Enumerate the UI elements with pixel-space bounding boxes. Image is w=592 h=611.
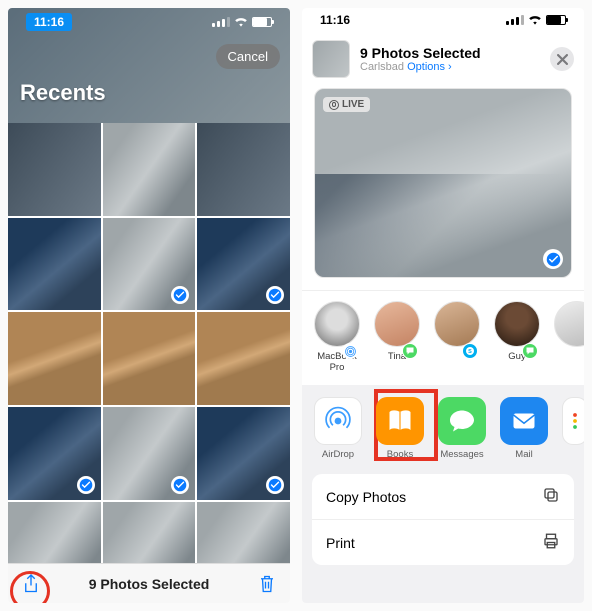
selection-count-label: 9 Photos Selected bbox=[89, 576, 210, 592]
photo-thumb[interactable] bbox=[197, 218, 290, 311]
svg-text:S: S bbox=[468, 349, 472, 355]
photo-thumb[interactable] bbox=[103, 312, 196, 405]
share-apps-row[interactable]: AirDrop Books Messages Mail bbox=[302, 385, 584, 474]
share-contact[interactable]: Guy bbox=[494, 301, 540, 373]
messages-icon bbox=[438, 397, 486, 445]
app-label: Messages bbox=[438, 449, 486, 460]
skype-badge-icon: S bbox=[462, 343, 478, 359]
status-time: 11:16 bbox=[320, 13, 350, 27]
mail-icon bbox=[500, 397, 548, 445]
status-bar: 11:16 bbox=[302, 8, 584, 32]
photo-thumb[interactable] bbox=[197, 123, 290, 216]
share-app-mail[interactable]: Mail bbox=[500, 397, 548, 460]
photo-thumb[interactable] bbox=[8, 502, 101, 563]
share-icon[interactable] bbox=[22, 573, 40, 595]
more-icon bbox=[562, 397, 584, 445]
live-label: LIVE bbox=[342, 99, 364, 110]
wifi-icon bbox=[234, 17, 248, 27]
share-sheet-header: 9 Photos Selected Carlsbad Options › bbox=[302, 32, 584, 88]
trash-icon[interactable] bbox=[258, 574, 276, 594]
airdrop-icon bbox=[314, 397, 362, 445]
share-app-books[interactable]: Books bbox=[376, 397, 424, 460]
action-label: Copy Photos bbox=[326, 489, 406, 505]
wifi-icon bbox=[528, 15, 542, 25]
preview-photo[interactable]: LIVE bbox=[314, 88, 572, 278]
battery-icon bbox=[252, 17, 272, 27]
checkmark-icon bbox=[266, 286, 284, 304]
status-icons bbox=[506, 15, 566, 25]
share-app-messages[interactable]: Messages bbox=[438, 397, 486, 460]
photo-thumb[interactable] bbox=[197, 312, 290, 405]
app-label: Books bbox=[376, 449, 424, 460]
photo-thumb[interactable] bbox=[197, 502, 290, 563]
action-label: Print bbox=[326, 535, 355, 551]
photo-thumb[interactable] bbox=[8, 123, 101, 216]
books-icon bbox=[376, 397, 424, 445]
close-icon bbox=[557, 54, 568, 65]
album-title: Recents bbox=[20, 80, 106, 106]
photo-thumb[interactable] bbox=[8, 407, 101, 500]
avatar bbox=[494, 301, 540, 347]
photo-thumb[interactable] bbox=[103, 407, 196, 500]
selected-check bbox=[543, 249, 563, 269]
share-actions-list: Copy Photos Print bbox=[312, 474, 574, 565]
photos-header: 11:16 Cancel Recents bbox=[8, 8, 290, 123]
options-link[interactable]: Options › bbox=[407, 61, 452, 73]
live-icon bbox=[329, 100, 339, 110]
photo-thumb[interactable] bbox=[8, 218, 101, 311]
selection-toolbar: 9 Photos Selected bbox=[8, 563, 290, 603]
share-app-more[interactable] bbox=[562, 397, 584, 449]
live-badge: LIVE bbox=[323, 97, 370, 112]
sms-badge-icon bbox=[522, 343, 538, 359]
share-app-airdrop[interactable]: AirDrop bbox=[314, 397, 362, 460]
share-title: 9 Photos Selected bbox=[360, 45, 540, 61]
status-icons bbox=[212, 17, 272, 27]
print-icon bbox=[542, 532, 560, 553]
sms-badge-icon bbox=[402, 343, 418, 359]
checkmark-icon bbox=[77, 476, 95, 494]
share-subtitle: Carlsbad Options › bbox=[360, 61, 540, 73]
photo-thumb[interactable] bbox=[197, 407, 290, 500]
cancel-button[interactable]: Cancel bbox=[216, 44, 280, 69]
photo-grid bbox=[8, 123, 290, 563]
battery-icon bbox=[546, 15, 566, 25]
avatar bbox=[374, 301, 420, 347]
header-text: 9 Photos Selected Carlsbad Options › bbox=[360, 45, 540, 73]
cellular-icon bbox=[506, 15, 524, 25]
checkmark-icon bbox=[171, 286, 189, 304]
action-print[interactable]: Print bbox=[312, 520, 574, 565]
location-label: Carlsbad bbox=[360, 61, 404, 73]
header-thumbnail bbox=[312, 40, 350, 78]
share-contact[interactable]: MacBook Pro bbox=[314, 301, 360, 373]
action-copy[interactable]: Copy Photos bbox=[312, 474, 574, 520]
close-button[interactable] bbox=[550, 47, 574, 71]
preview-area: LIVE bbox=[302, 88, 584, 290]
status-bar: 11:16 bbox=[8, 10, 290, 34]
photos-select-screen: 11:16 Cancel Recents 9 Photos Selected bbox=[8, 8, 290, 603]
photo-thumb[interactable] bbox=[103, 123, 196, 216]
photo-thumb[interactable] bbox=[103, 218, 196, 311]
checkmark-icon bbox=[171, 476, 189, 494]
app-label: AirDrop bbox=[314, 449, 362, 460]
share-sheet-screen: 11:16 9 Photos Selected Carlsbad Options… bbox=[302, 8, 584, 603]
photo-grid-scroll[interactable] bbox=[8, 123, 290, 563]
avatar bbox=[434, 301, 480, 347]
photo-thumb[interactable] bbox=[8, 312, 101, 405]
cellular-icon bbox=[212, 17, 230, 27]
photo-thumb[interactable] bbox=[103, 502, 196, 563]
share-contact[interactable] bbox=[554, 301, 584, 373]
status-time: 11:16 bbox=[26, 13, 72, 31]
copy-icon bbox=[542, 486, 560, 507]
share-contact[interactable]: S bbox=[434, 301, 480, 373]
app-label: Mail bbox=[500, 449, 548, 460]
avatar bbox=[554, 301, 584, 347]
share-contact[interactable]: Tina bbox=[374, 301, 420, 373]
airdrop-badge-icon bbox=[342, 343, 358, 359]
avatar bbox=[314, 301, 360, 347]
airdrop-contacts-row[interactable]: MacBook Pro Tina S Guy bbox=[302, 290, 584, 385]
checkmark-icon bbox=[266, 476, 284, 494]
